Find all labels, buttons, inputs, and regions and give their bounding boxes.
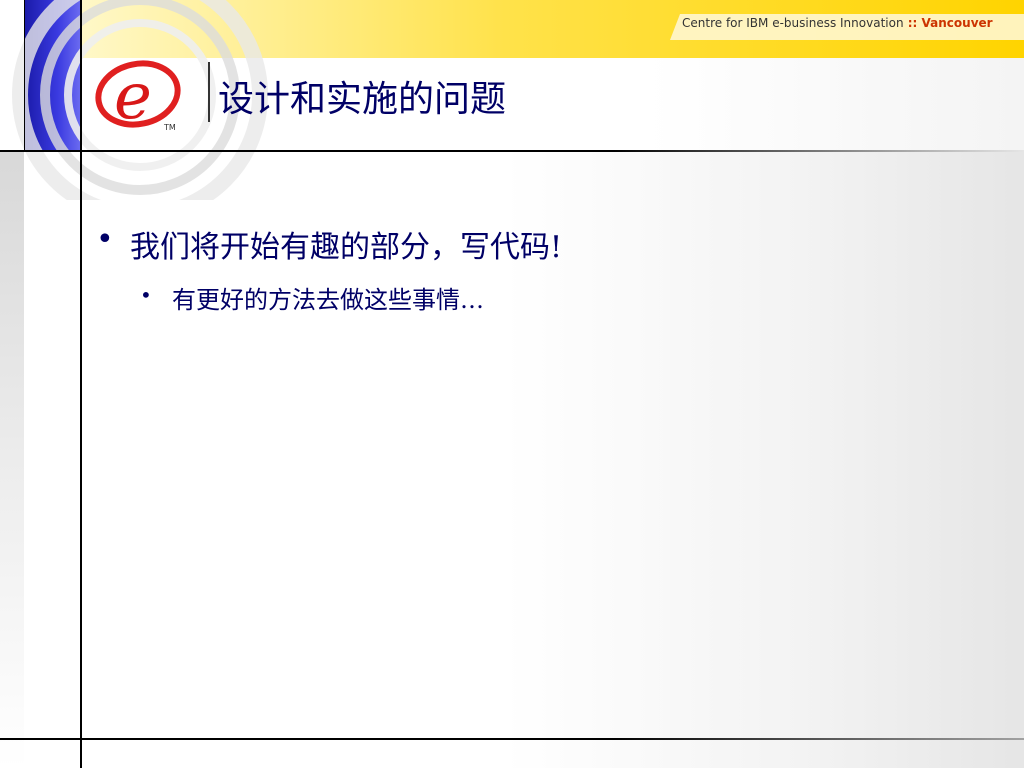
logo-letter: e [114, 60, 152, 134]
logo-trademark: TM [163, 123, 176, 132]
header-caption-main: Centre for IBM e-business Innovation [682, 16, 904, 30]
left-rule [24, 0, 25, 150]
left-gray-strip [0, 150, 24, 768]
slide-title: 设计和实施的问题 [218, 79, 507, 120]
sub-bullet-item: • 有更好的方法去做这些事情… [140, 280, 562, 315]
bullet-text: 我们将开始有趣的部分，写代码! [130, 230, 563, 265]
header-rule [0, 150, 1024, 152]
content-rule [80, 0, 82, 768]
title-divider [208, 62, 210, 122]
header-caption-separator: :: [903, 16, 922, 30]
background-wash [504, 150, 1024, 768]
bullet-list: • 我们将开始有趣的部分，写代码! • 有更好的方法去做这些事情… [96, 222, 562, 315]
sub-bullet-text: 有更好的方法去做这些事情… [172, 286, 484, 314]
header-caption: Centre for IBM e-business Innovation :: … [682, 16, 993, 30]
header-caption-location: Vancouver [921, 16, 993, 30]
bullet-dot-icon: • [96, 222, 114, 257]
slide-canvas: Centre for IBM e-business Innovation :: … [0, 0, 1024, 768]
bullet-item: • 我们将开始有趣的部分，写代码! [96, 222, 562, 266]
ibm-e-logo-icon: e TM [95, 60, 181, 134]
footer-rule [0, 738, 1024, 740]
sub-bullet-dot-icon: • [140, 283, 152, 307]
